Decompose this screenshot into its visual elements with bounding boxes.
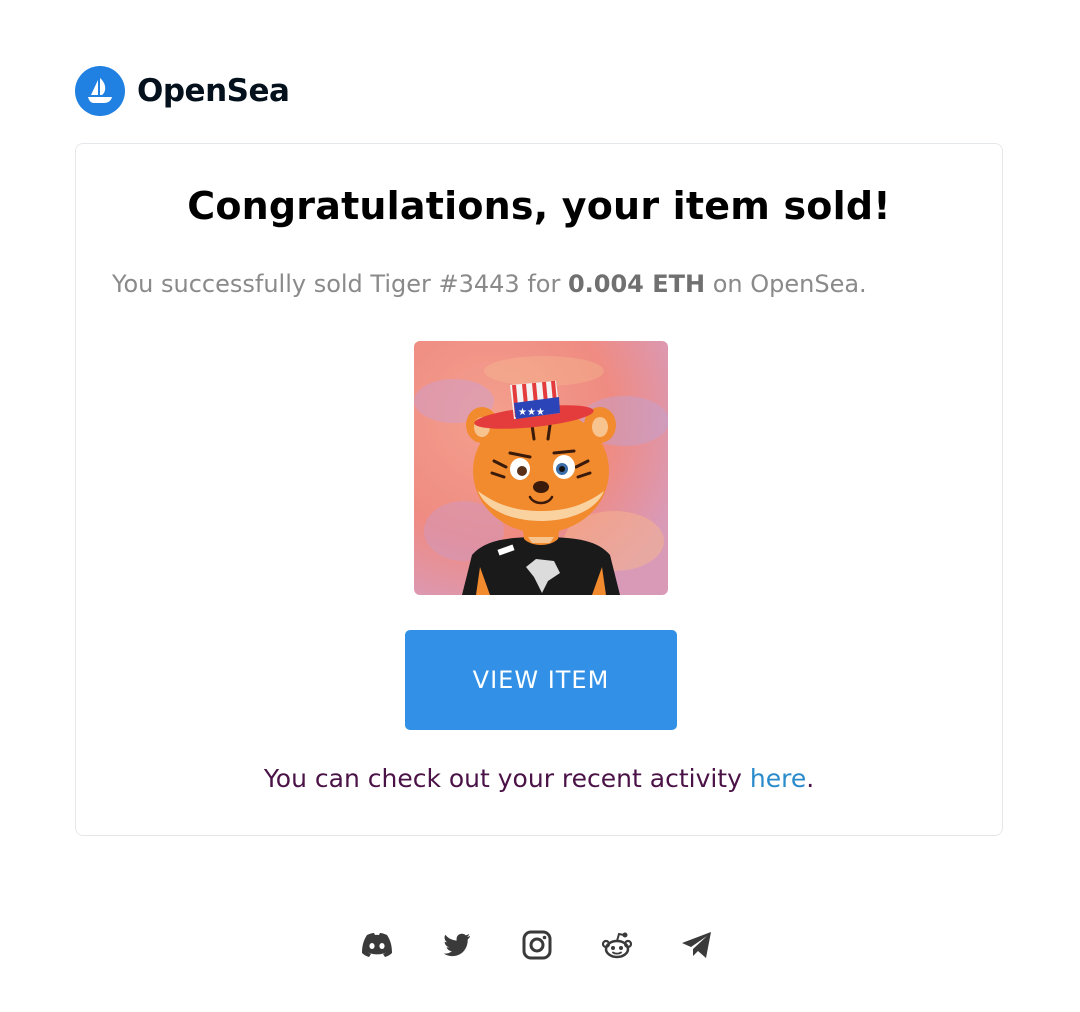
twitter-icon[interactable] — [440, 928, 474, 962]
sale-message-prefix: You successfully sold Tiger #3443 for — [112, 270, 568, 298]
email-page: OpenSea Congratulations, your item sold!… — [0, 0, 1080, 1012]
nft-image[interactable]: ★★★ — [414, 341, 668, 595]
activity-suffix: . — [806, 764, 815, 793]
brand-name: OpenSea — [137, 73, 290, 109]
tiger-illustration: ★★★ — [414, 341, 668, 595]
activity-note: You can check out your recent activity h… — [76, 764, 1002, 793]
opensea-logo-icon[interactable] — [75, 66, 125, 116]
sale-message-suffix: on OpenSea. — [705, 270, 867, 298]
social-links — [360, 928, 714, 962]
svg-text:★★★: ★★★ — [518, 407, 545, 418]
header: OpenSea — [75, 66, 290, 116]
reddit-icon[interactable] — [600, 928, 634, 962]
instagram-icon[interactable] — [520, 928, 554, 962]
sale-amount: 0.004 ETH — [567, 270, 706, 298]
discord-icon[interactable] — [360, 928, 394, 962]
card-title: Congratulations, your item sold! — [187, 184, 891, 228]
sale-message: You successfully sold Tiger #3443 for 0.… — [112, 270, 867, 298]
activity-prefix: You can check out your recent activity — [263, 764, 750, 793]
view-item-button[interactable]: VIEW ITEM — [405, 630, 677, 730]
telegram-icon[interactable] — [680, 928, 714, 962]
activity-link[interactable]: here — [750, 764, 806, 793]
sale-card: Congratulations, your item sold! You suc… — [75, 143, 1003, 836]
